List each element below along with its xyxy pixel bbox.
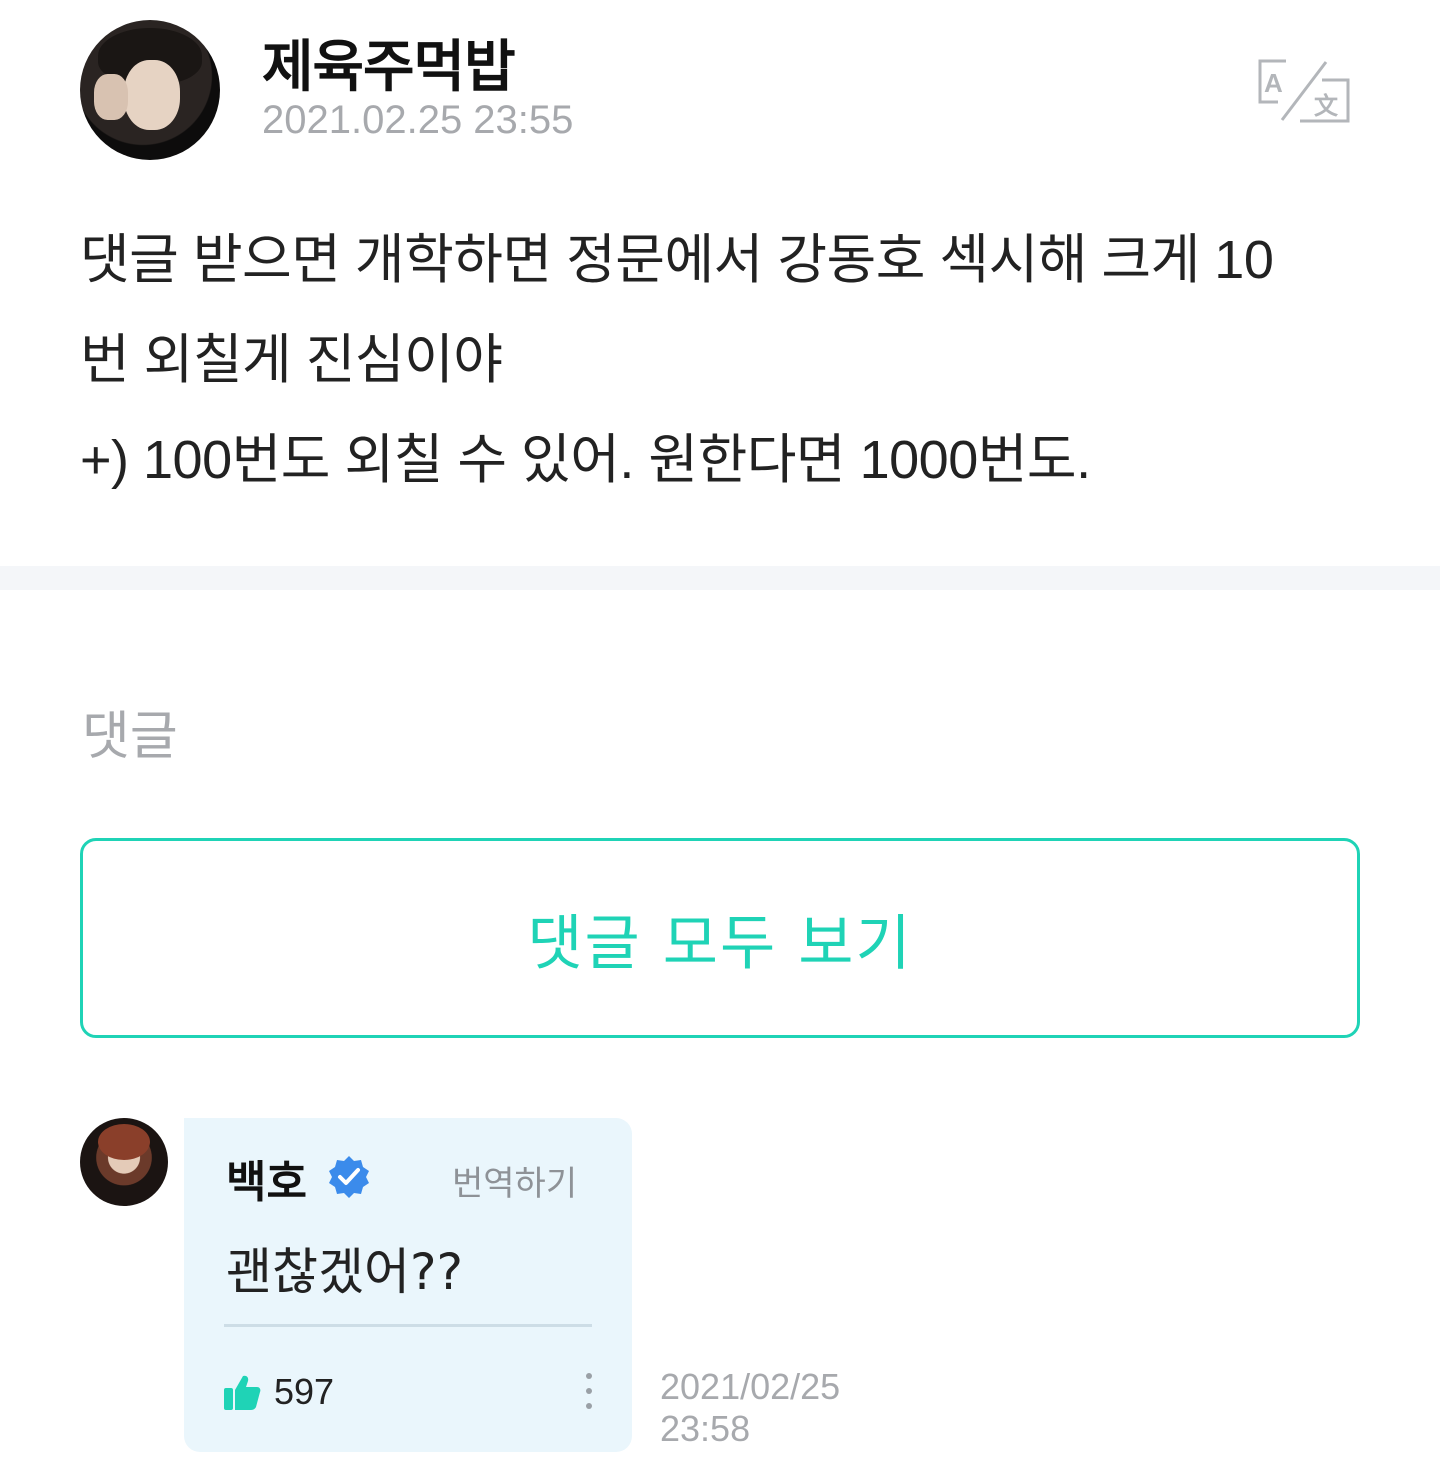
more-dot: [586, 1388, 592, 1394]
like-count: 597: [274, 1371, 335, 1412]
comment-author-avatar[interactable]: [80, 1118, 168, 1206]
post-body-line: +) 100번도 외칠 수 있어. 원한다면 1000번도.: [80, 430, 1091, 490]
comment-author-name[interactable]: 백호: [226, 1146, 307, 1210]
avatar-hand: [94, 74, 128, 120]
comment-timestamp: 2021/02/25 23:58: [660, 1366, 840, 1450]
comment-translate-link[interactable]: 번역하기: [452, 1156, 577, 1205]
verified-badge-icon: [329, 1156, 369, 1198]
comment-time: 23:58: [660, 1408, 751, 1449]
view-all-comments-button[interactable]: 댓글 모두 보기: [80, 838, 1360, 1038]
avatar-face: [124, 60, 180, 130]
post-timestamp: 2021.02.25 23:55: [262, 98, 574, 142]
svg-text:A: A: [1264, 68, 1283, 98]
like-button[interactable]: 597: [222, 1370, 334, 1414]
post-body: 댓글 받으면 개학하면 정문에서 강동호 섹시해 크게 10 번 외칠게 진심이…: [80, 210, 1360, 510]
comment-text: 괜찮겠어??: [226, 1243, 464, 1301]
avatar-hair: [98, 1124, 150, 1160]
section-divider: [0, 566, 1440, 590]
post-body-line: 번 외칠게 진심이야: [80, 330, 503, 390]
more-dot: [586, 1373, 592, 1379]
post-header: 제육주먹밥 2021.02.25 23:55 A 文: [0, 0, 1440, 180]
comment-divider: [224, 1324, 592, 1327]
post-detail-page: 제육주먹밥 2021.02.25 23:55 A 文 댓글 받으면 개학하면 정…: [0, 0, 1440, 1471]
comment-date: 2021/02/25: [660, 1366, 841, 1407]
comment-bubble: 백호 번역하기 괜찮겠어?? 597: [184, 1118, 632, 1452]
author-avatar[interactable]: [80, 20, 220, 160]
translate-icon[interactable]: A 文: [1256, 58, 1352, 124]
more-dot: [586, 1403, 592, 1409]
post-body-line: 댓글 받으면 개학하면 정문에서 강동호 섹시해 크게 10: [80, 230, 1274, 290]
more-vertical-icon[interactable]: [576, 1370, 602, 1414]
post-author-name[interactable]: 제육주먹밥: [262, 22, 516, 103]
thumbs-up-icon: [224, 1375, 261, 1410]
svg-text:文: 文: [1314, 92, 1339, 120]
comments-section-title: 댓글: [82, 707, 178, 767]
